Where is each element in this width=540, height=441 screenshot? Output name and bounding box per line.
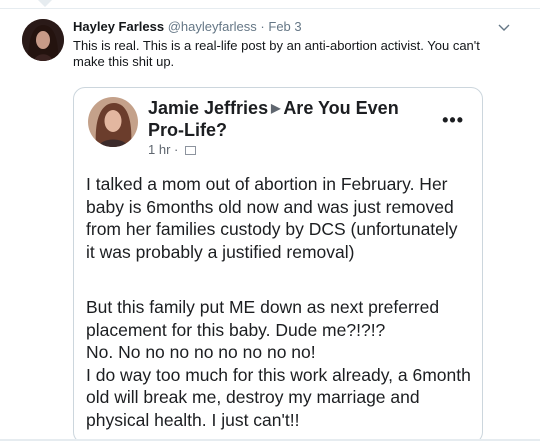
audience-icon [184, 146, 196, 155]
handle[interactable]: @hayleyfarless [168, 19, 257, 34]
avatar[interactable] [22, 19, 64, 61]
post-line: I do way too much for this work already,… [86, 364, 471, 430]
timestamp[interactable]: Feb 3 [268, 19, 301, 34]
post-author-avatar [88, 97, 138, 147]
separator: · [260, 19, 265, 34]
tweet[interactable]: Hayley Farless @hayleyfarless · Feb 3 Th… [0, 9, 540, 441]
conversation-arrow [38, 0, 52, 7]
embedded-image[interactable]: Jamie Jeffries ▶ Are You Even Pro-Life? 1 … [73, 87, 483, 441]
post-paragraph-2: But this family put ME down as next pref… [86, 296, 471, 431]
display-name[interactable]: Hayley Farless [73, 19, 164, 34]
post-header: Jamie Jeffries ▶ Are You Even Pro-Life? [148, 97, 418, 141]
post-line: No. No no no no no no no no! [86, 342, 316, 362]
post-paragraph-1: I talked a mom out of abortion in Februa… [86, 174, 458, 262]
more-options-icon: ••• [442, 110, 464, 130]
author-photo [88, 97, 138, 147]
post-meta: 1 hr · [148, 142, 196, 157]
chevron-down-icon[interactable] [498, 21, 510, 33]
tweet-text: This is real. This is a real-life post b… [73, 38, 480, 69]
tweet-header: Hayley Farless @hayleyfarless · Feb 3 [73, 19, 302, 35]
post-line: But this family put ME down as next pref… [86, 297, 440, 340]
avatar-photo [22, 19, 64, 61]
post-time: 1 hr · [148, 142, 179, 157]
post-author: Jamie Jeffries [148, 98, 269, 118]
arrow-right-icon: ▶ [271, 101, 281, 115]
